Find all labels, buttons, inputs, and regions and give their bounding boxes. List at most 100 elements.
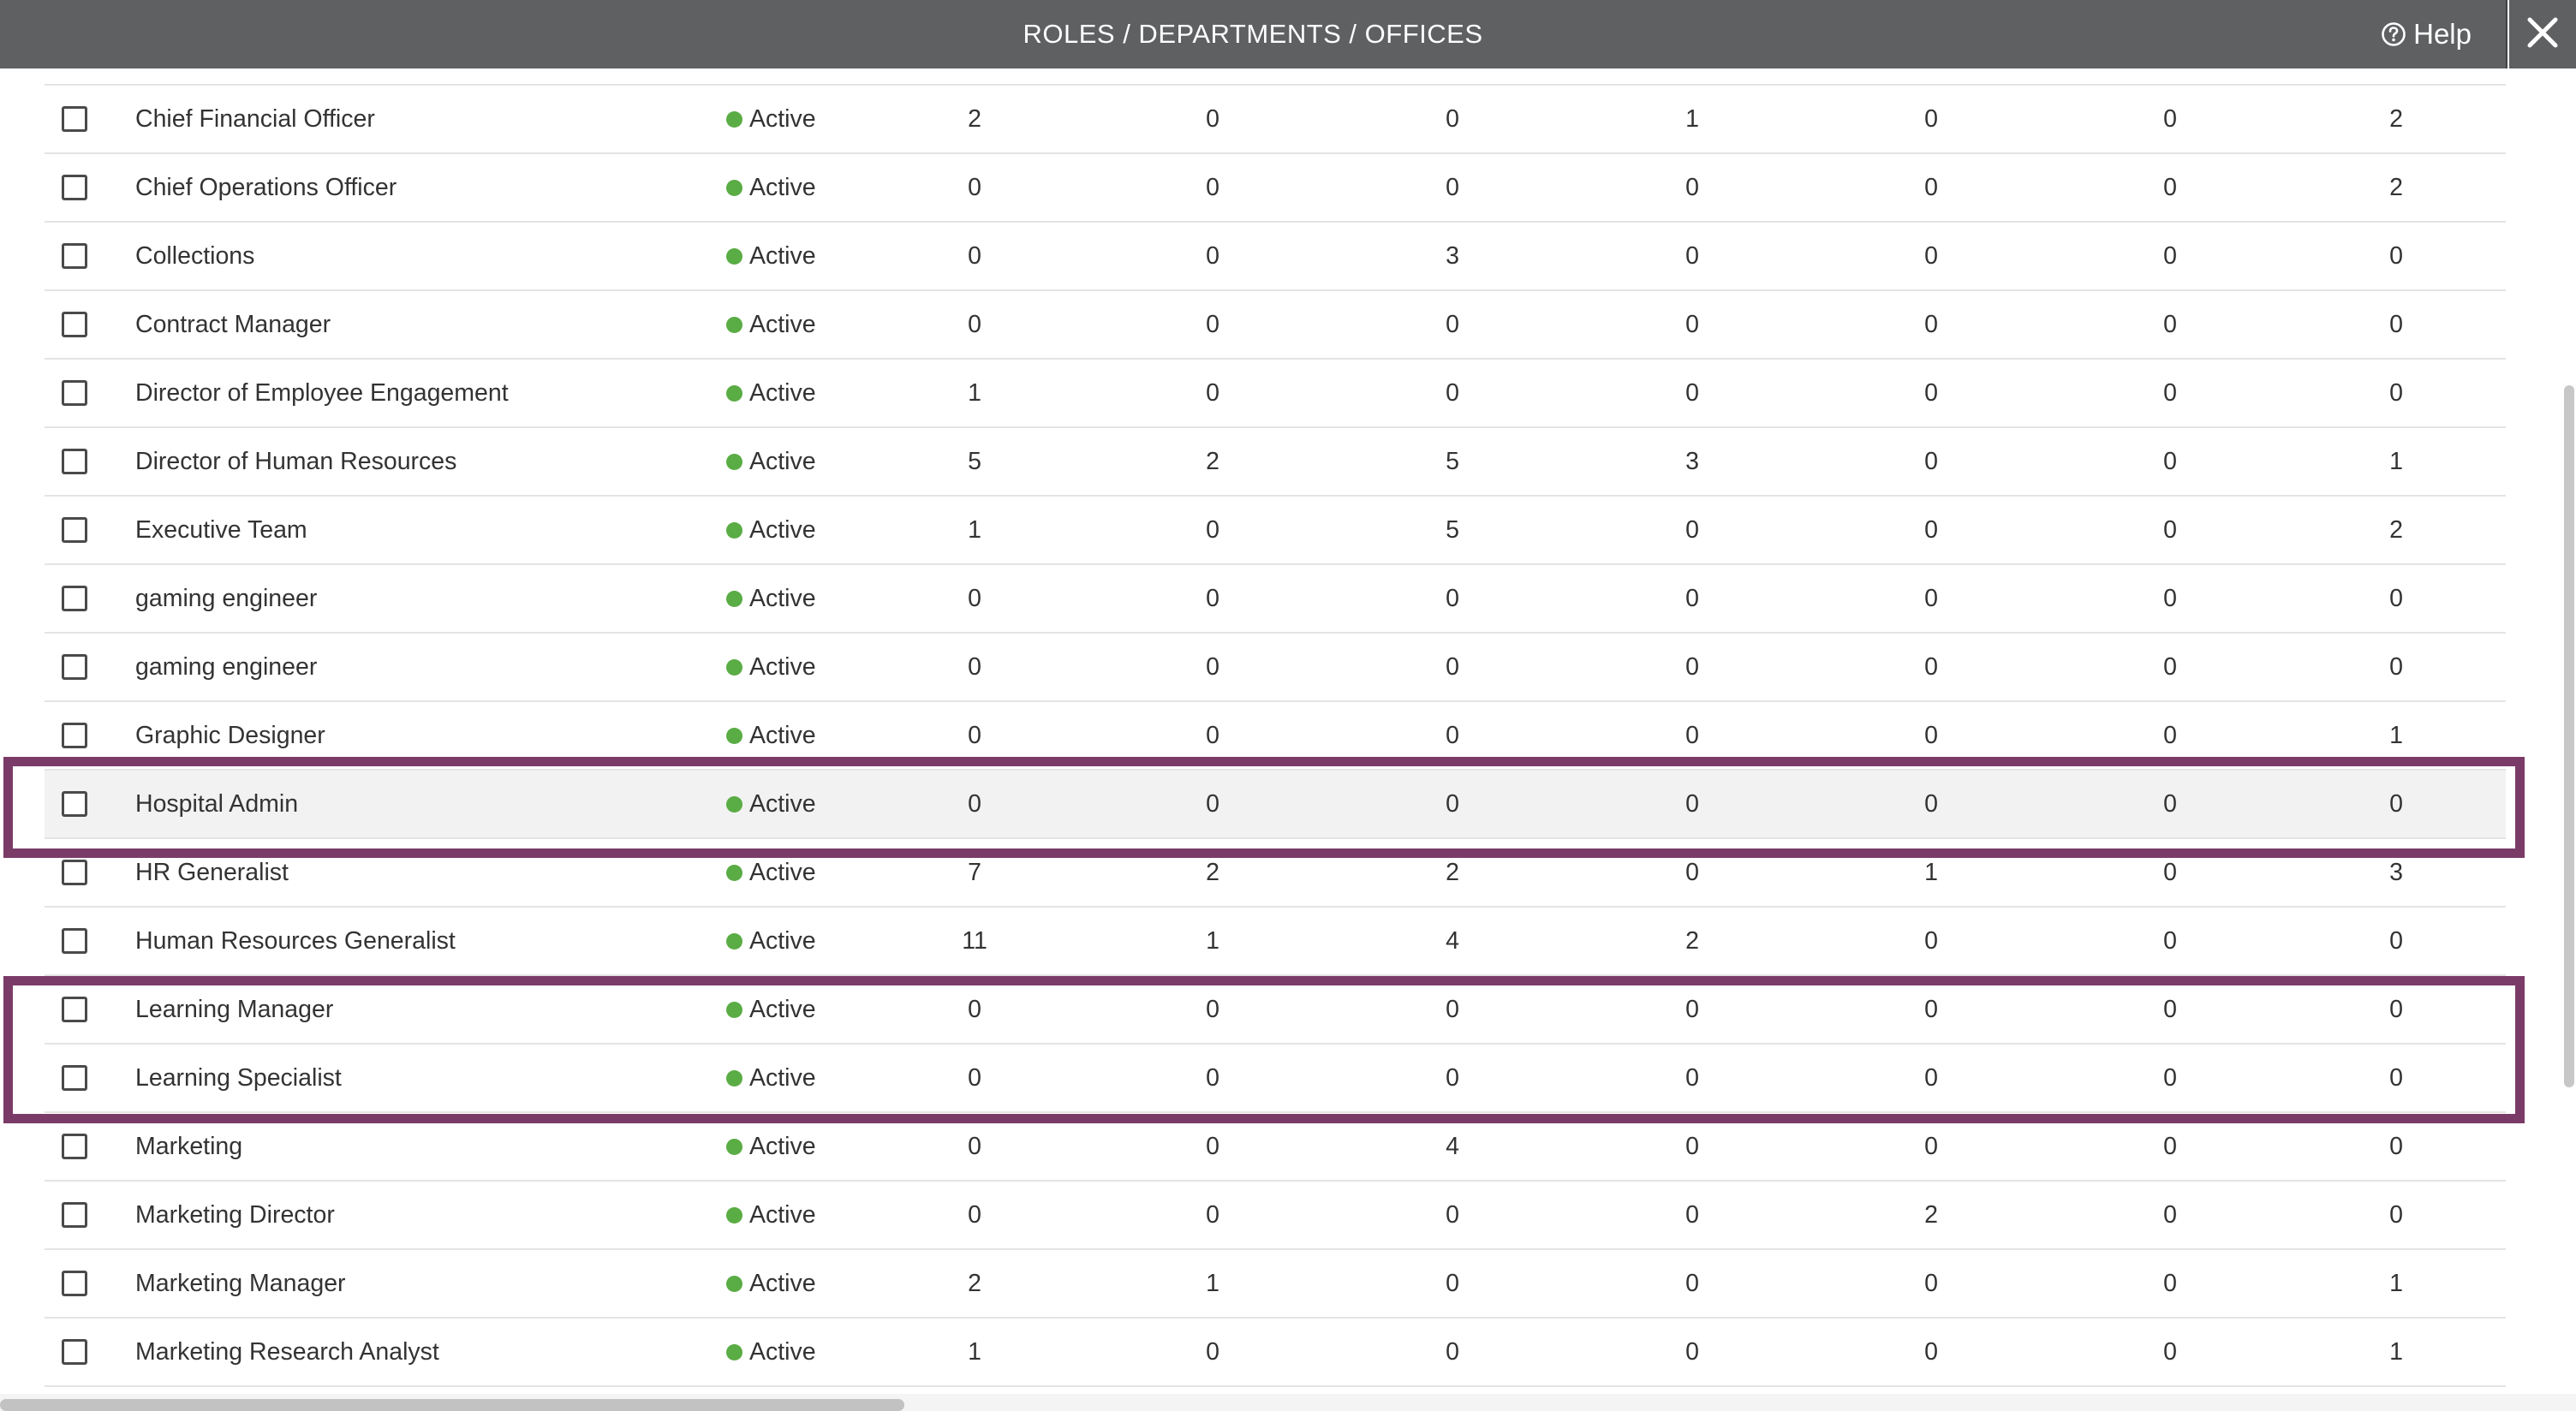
count-cell: 0 [968, 653, 981, 681]
count-cell: 0 [1206, 1064, 1219, 1092]
role-name[interactable]: Contract Manager [135, 291, 331, 358]
role-name[interactable]: Executive Team [135, 497, 307, 563]
status-dot-icon [726, 932, 742, 950]
row-checkbox[interactable] [62, 1065, 87, 1091]
role-name[interactable]: Marketing [135, 1113, 242, 1180]
table-row[interactable]: Collections Active 0 0 3 0 0 0 0 [45, 223, 2506, 291]
role-name[interactable]: Marketing Manager [135, 1250, 346, 1317]
status-cell: Active [726, 360, 816, 426]
count-cell: 0 [1446, 653, 1459, 681]
status-label: Active [749, 379, 816, 407]
table-row[interactable]: HR Generalist Active 7 2 2 0 1 0 3 [45, 839, 2506, 908]
count-cell: 1 [2389, 1338, 2403, 1366]
table-row[interactable]: Contract Manager Active 0 0 0 0 0 0 0 [45, 291, 2506, 360]
count-cell: 5 [968, 448, 981, 475]
count-cell: 1 [2389, 1270, 2403, 1297]
table-row[interactable]: Marketing Research Analyst Active 1 0 0 0 0 0 1 [45, 1319, 2506, 1387]
status-label: Active [749, 722, 816, 749]
role-name[interactable]: Collections [135, 223, 254, 289]
status-dot-icon [726, 453, 742, 470]
table-row[interactable]: Graphic Designer Active 0 0 0 0 0 0 1 [45, 702, 2506, 771]
status-cell: Active [726, 1250, 816, 1317]
table-row[interactable]: Marketing Director Active 0 0 0 0 2 0 0 [45, 1182, 2506, 1250]
role-name[interactable]: Learning Specialist [135, 1045, 342, 1111]
count-cell: 0 [968, 722, 981, 749]
table-row[interactable]: Marketing Manager Active 2 1 0 0 0 0 1 [45, 1250, 2506, 1319]
role-name[interactable]: Human Resources Generalist [135, 908, 456, 974]
row-checkbox[interactable] [62, 1134, 87, 1159]
row-checkbox[interactable] [62, 243, 87, 269]
count-cell: 0 [2389, 585, 2403, 612]
count-cell: 0 [1685, 722, 1699, 749]
count-cell: 1 [2389, 448, 2403, 475]
role-name[interactable]: Graphic Designer [135, 702, 325, 769]
count-cell: 3 [1446, 242, 1459, 270]
row-checkbox[interactable] [62, 1339, 87, 1365]
count-cell: 0 [968, 790, 981, 818]
count-cell: 0 [1685, 653, 1699, 681]
horizontal-scrollbar-thumb[interactable] [0, 1399, 904, 1411]
role-name[interactable]: gaming engineer [135, 565, 317, 632]
count-cell: 0 [2163, 1133, 2177, 1160]
help-link[interactable]: Help [2381, 18, 2472, 50]
row-checkbox[interactable] [62, 860, 87, 885]
table-row[interactable]: gaming engineer Active 0 0 0 0 0 0 0 [45, 565, 2506, 634]
table-row[interactable]: Hospital Admin Active 0 0 0 0 0 0 0 [45, 771, 2506, 839]
count-cell: 0 [1446, 105, 1459, 133]
row-checkbox[interactable] [62, 1271, 87, 1296]
count-cell: 0 [1206, 585, 1219, 612]
count-cell: 2 [1206, 448, 1219, 475]
row-checkbox[interactable] [62, 791, 87, 817]
role-name[interactable]: Marketing Director [135, 1182, 335, 1248]
role-name[interactable]: Director of Employee Engagement [135, 360, 509, 426]
status-cell: Active [726, 839, 816, 906]
row-checkbox[interactable] [62, 449, 87, 474]
role-name[interactable]: gaming engineer [135, 634, 317, 700]
count-cell: 0 [2389, 653, 2403, 681]
role-name[interactable]: Chief Operations Officer [135, 154, 397, 221]
row-checkbox[interactable] [62, 997, 87, 1022]
status-dot-icon [726, 1138, 742, 1155]
role-name[interactable]: Director of Human Resources [135, 428, 456, 495]
count-cell: 0 [1206, 1133, 1219, 1160]
count-cell: 0 [2389, 1201, 2403, 1229]
row-checkbox[interactable] [62, 380, 87, 406]
modal-header: ROLES / DEPARTMENTS / OFFICES Help [0, 0, 2507, 68]
count-cell: 0 [1924, 105, 1938, 133]
row-checkbox[interactable] [62, 586, 87, 611]
row-checkbox[interactable] [62, 175, 87, 200]
count-cell: 1 [1685, 105, 1699, 133]
table-row[interactable]: Human Resources Generalist Active 11 1 4 2 0 0 0 [45, 908, 2506, 976]
vertical-scrollbar-thumb[interactable] [2564, 385, 2574, 1087]
status-dot-icon [726, 521, 742, 539]
table-row[interactable]: Executive Team Active 1 0 5 0 0 0 2 [45, 497, 2506, 565]
table-row[interactable]: Director of Employee Engagement Active 1 0 0… [45, 360, 2506, 428]
count-cell: 0 [2163, 859, 2177, 886]
close-button[interactable] [2509, 0, 2576, 68]
role-name[interactable]: Marketing Research Analyst [135, 1319, 439, 1385]
table-row[interactable]: Director of Human Resources Active 5 2 5 3 0 0 1 [45, 428, 2506, 497]
table-row[interactable]: Marketing Active 0 0 4 0 0 0 0 [45, 1113, 2506, 1182]
table-row[interactable]: gaming engineer Active 0 0 0 0 0 0 0 [45, 634, 2506, 702]
row-checkbox[interactable] [62, 723, 87, 748]
status-cell: Active [726, 86, 816, 152]
status-cell: Active [726, 702, 816, 769]
table-row[interactable]: Learning Specialist Active 0 0 0 0 0 0 0 [45, 1045, 2506, 1113]
role-name[interactable]: HR Generalist [135, 839, 289, 906]
table-row[interactable]: Chief Financial Officer Active 2 0 0 1 0 0 2 [45, 86, 2506, 154]
table-row[interactable]: Chief Operations Officer Active 0 0 0 0 0 0 2 [45, 154, 2506, 223]
role-name[interactable]: Chief Financial Officer [135, 86, 375, 152]
role-name[interactable]: Hospital Admin [135, 771, 298, 837]
count-cell: 0 [2389, 1064, 2403, 1092]
row-checkbox[interactable] [62, 106, 87, 132]
row-checkbox[interactable] [62, 517, 87, 543]
row-checkbox[interactable] [62, 1202, 87, 1228]
role-name[interactable]: Learning Manager [135, 976, 333, 1043]
row-checkbox[interactable] [62, 312, 87, 337]
count-cell: 0 [1924, 790, 1938, 818]
row-checkbox[interactable] [62, 928, 87, 954]
count-cell: 0 [1206, 311, 1219, 338]
row-checkbox[interactable] [62, 654, 87, 680]
count-cell: 1 [968, 379, 981, 407]
table-row[interactable]: Learning Manager Active 0 0 0 0 0 0 0 [45, 976, 2506, 1045]
